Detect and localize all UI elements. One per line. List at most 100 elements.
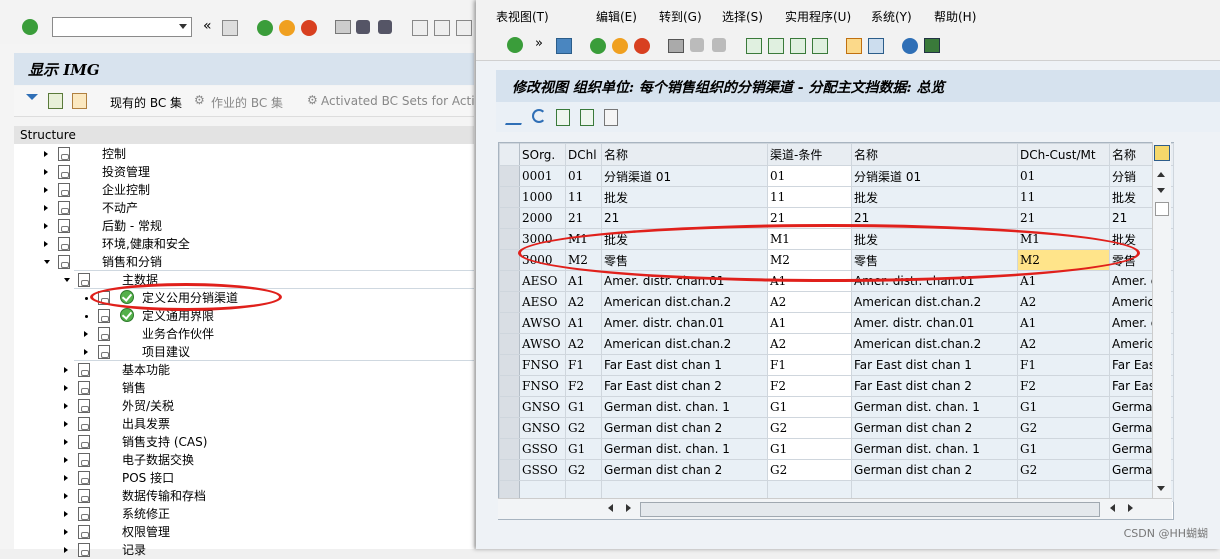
tree-node[interactable]: 记录 — [14, 541, 474, 559]
expand-node-icon[interactable] — [64, 439, 68, 445]
expand-node-icon[interactable] — [44, 187, 48, 193]
command-dropdown-icon[interactable] — [179, 24, 187, 29]
select-all-cell[interactable] — [499, 143, 520, 166]
tree-node-label[interactable]: 电子数据交换 — [122, 451, 194, 469]
table-cell[interactable]: G2 — [767, 417, 852, 439]
find-icon[interactable] — [690, 38, 704, 52]
table-cell[interactable]: A2 — [1017, 291, 1110, 313]
prev-page-icon[interactable] — [768, 38, 784, 54]
col-header[interactable]: 名称 — [851, 143, 1018, 166]
expand-node-icon[interactable] — [64, 403, 68, 409]
next-page-icon[interactable] — [790, 38, 806, 54]
row-selector[interactable] — [499, 186, 520, 208]
expand-subtree-icon[interactable] — [26, 94, 38, 106]
first-page-icon[interactable] — [746, 38, 762, 54]
table-cell[interactable]: G1 — [767, 396, 852, 418]
tree-node[interactable]: 企业控制 — [14, 181, 474, 199]
table-cell[interactable]: G2 — [1017, 459, 1110, 481]
row-selector[interactable] — [499, 270, 520, 292]
table-cell[interactable]: 01 — [767, 165, 852, 187]
tree-node-label[interactable]: 控制 — [102, 145, 126, 163]
activated-bc-icon[interactable]: ⚙ — [307, 93, 318, 107]
row-selector[interactable] — [499, 375, 520, 397]
tree-node-label[interactable]: 项目建议 — [142, 343, 190, 361]
table-cell[interactable]: G2 — [1017, 417, 1110, 439]
expand-node-icon[interactable] — [64, 547, 68, 553]
tree-node-label[interactable]: 基本功能 — [122, 361, 170, 379]
tree-node[interactable]: 电子数据交换 — [14, 451, 474, 469]
menu-help[interactable]: 帮助(H) — [934, 8, 976, 25]
table-cell[interactable]: A1 — [1017, 312, 1110, 334]
horizontal-scrollbar[interactable] — [498, 498, 1172, 519]
select-block-icon[interactable] — [580, 109, 594, 126]
expand-node-icon[interactable] — [84, 349, 88, 355]
leaf-bullet-icon[interactable] — [85, 315, 88, 318]
back-icon[interactable] — [590, 38, 606, 54]
tree-node[interactable]: 业务合作伙伴 — [14, 325, 474, 343]
expand-node-icon[interactable] — [44, 223, 48, 229]
col-header[interactable]: 渠道-条件 — [767, 143, 852, 166]
row-selector[interactable] — [499, 396, 520, 418]
exit-icon[interactable] — [612, 38, 628, 54]
table-cell[interactable]: F1 — [1017, 354, 1110, 376]
row-selector[interactable] — [499, 354, 520, 376]
next-page-icon[interactable] — [456, 20, 472, 36]
cancel-icon[interactable] — [634, 38, 650, 54]
find-next-icon[interactable] — [712, 38, 726, 52]
table-cell[interactable]: G1 — [1017, 396, 1110, 418]
execute-activity-icon[interactable] — [120, 308, 134, 322]
scroll-up-icon[interactable] — [1157, 172, 1165, 177]
tree-node-label[interactable]: 销售支持 (CAS) — [122, 433, 207, 451]
table-cell[interactable]: A2 — [1017, 333, 1110, 355]
bc-sets-change-button[interactable]: 作业的 BC 集 — [211, 94, 283, 111]
tree-node[interactable]: 系统修正 — [14, 505, 474, 523]
tree-node[interactable]: 数据传输和存档 — [14, 487, 474, 505]
table-cell[interactable]: 11 — [767, 186, 852, 208]
tree-node[interactable]: 不动产 — [14, 199, 474, 217]
command-field[interactable] — [52, 17, 192, 37]
table-cell[interactable]: G1 — [767, 438, 852, 460]
leaf-bullet-icon[interactable] — [85, 297, 88, 300]
table-cell[interactable]: 11 — [1017, 186, 1110, 208]
find-icon[interactable] — [356, 20, 370, 34]
bc-sets-change-icon[interactable]: ⚙ — [194, 93, 205, 107]
activated-bc-sets-button[interactable]: Activated BC Sets for Activit — [321, 94, 474, 108]
table-cell[interactable]: F1 — [767, 354, 852, 376]
scroll-thumb[interactable] — [1155, 202, 1169, 216]
expand-node-icon[interactable] — [64, 493, 68, 499]
table-cell[interactable]: A1 — [767, 312, 852, 334]
tree-node[interactable]: 外贸/关税 — [14, 397, 474, 415]
expand-node-icon[interactable] — [64, 421, 68, 427]
tree-node[interactable]: 出具发票 — [14, 415, 474, 433]
table-cell[interactable]: A2 — [767, 333, 852, 355]
help-icon[interactable] — [902, 38, 918, 54]
scroll-down-icon[interactable] — [1157, 188, 1165, 193]
expand-node-icon[interactable] — [44, 169, 48, 175]
tree-node-label[interactable]: POS 接口 — [122, 469, 174, 487]
back-icon[interactable] — [257, 20, 273, 36]
cancel-icon[interactable] — [301, 20, 317, 36]
tree-node-label[interactable]: 出具发票 — [122, 415, 170, 433]
tree-node[interactable]: 环境,健康和安全 — [14, 235, 474, 253]
tree-node[interactable]: 定义通用界限 — [14, 307, 474, 325]
menu-selection[interactable]: 选择(S) — [722, 8, 763, 25]
row-selector[interactable] — [499, 417, 520, 439]
menu-utilities[interactable]: 实用程序(U) — [785, 8, 851, 25]
tree-node[interactable]: 投资管理 — [14, 163, 474, 181]
tree-node-label[interactable]: 销售和分销 — [102, 253, 162, 271]
tree-node-label[interactable]: 记录 — [122, 541, 146, 559]
expand-node-icon[interactable] — [64, 367, 68, 373]
tree-node-label[interactable]: 数据传输和存档 — [122, 487, 206, 505]
first-page-icon[interactable] — [412, 20, 428, 36]
tree-node-label[interactable]: 外贸/关税 — [122, 397, 174, 415]
tree-node-label[interactable]: 系统修正 — [122, 505, 170, 523]
tree-node-label[interactable]: 不动产 — [102, 199, 138, 217]
menu-edit[interactable]: 编辑(E) — [596, 8, 637, 25]
select-node-icon[interactable] — [48, 93, 63, 109]
col-header[interactable]: DCh-Cust/Mt — [1017, 143, 1110, 166]
expand-node-icon[interactable] — [84, 331, 88, 337]
create-session-icon[interactable] — [846, 38, 862, 54]
save-icon[interactable] — [222, 20, 238, 36]
enter-icon[interactable] — [22, 19, 38, 35]
scroll-right-icon[interactable] — [626, 504, 631, 512]
